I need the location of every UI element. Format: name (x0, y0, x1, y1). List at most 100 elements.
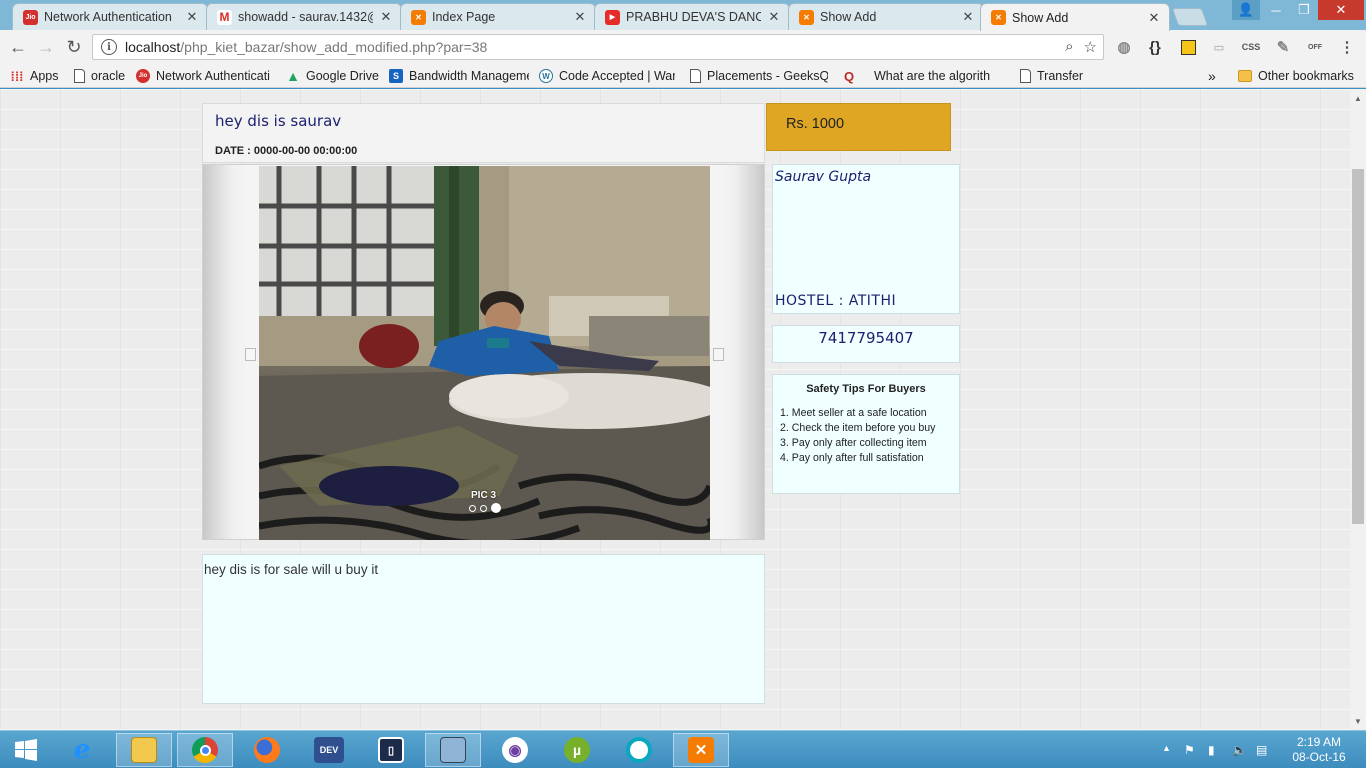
taskbar-xampp[interactable]: ✕ (673, 733, 729, 767)
battery-icon[interactable]: ▮ (1208, 743, 1215, 757)
bookmark-label: What are the algorith (874, 69, 991, 83)
minimize-button[interactable]: ─ (1262, 0, 1290, 20)
wordpress-icon: W (539, 69, 553, 83)
slide-dot-2[interactable] (480, 504, 487, 512)
forward-button[interactable]: → (35, 36, 57, 58)
tab-show-add[interactable]: ✕ Show Add ✕ (788, 3, 984, 30)
bookmarks-overflow-button[interactable]: » (1208, 67, 1216, 85)
bookmark-label: Google Drive (306, 69, 379, 83)
close-tab-icon[interactable]: ✕ (767, 9, 781, 25)
tab-title: Index Page (432, 10, 496, 24)
tab-title: PRABHU DEVA'S DANCE (626, 10, 761, 24)
taskbar-internet-explorer[interactable]: e (54, 733, 110, 767)
windows-logo-icon (15, 739, 37, 761)
bookmark-quora[interactable]: Q What are the algorith (842, 67, 1004, 85)
globe-extension-icon[interactable]: ◍ (1115, 38, 1133, 56)
taskbar-utorrent[interactable]: µ (549, 733, 605, 767)
ad-photo (259, 166, 710, 540)
list-item: 3. Pay only after collecting item (780, 437, 927, 449)
bookmark-code-accepted[interactable]: W Code Accepted | War (539, 67, 675, 85)
tab-show-add-active[interactable]: ✕ Show Add ✕ (980, 3, 1170, 31)
tab-index-page[interactable]: ✕ Index Page ✕ (400, 3, 596, 30)
slider-prev-button[interactable] (245, 348, 256, 361)
scrollbar-thumb[interactable] (1352, 169, 1364, 524)
notes-extension-icon[interactable] (1179, 38, 1197, 56)
browser-toolbar: ← → ↻ i localhost/php_kiet_bazar/show_ad… (0, 30, 1366, 64)
cast-extension-icon[interactable]: ▭ (1210, 38, 1228, 56)
other-bookmarks[interactable]: Other bookmarks (1238, 67, 1354, 85)
system-clock[interactable]: 2:19 AM 08-Oct-16 (1286, 735, 1352, 765)
chrome-menu-icon[interactable]: ⋮ (1338, 38, 1356, 56)
reload-button[interactable]: ↻ (63, 36, 85, 58)
info-icon[interactable]: i (101, 39, 117, 55)
flag-icon[interactable]: ⚑ (1184, 743, 1195, 757)
user-profile-icon[interactable]: 👤 (1232, 0, 1260, 20)
bracket-app-icon: ▯ (378, 737, 404, 763)
back-button[interactable]: ← (7, 36, 29, 58)
tab-youtube[interactable]: ▶ PRABHU DEVA'S DANCE ✕ (594, 3, 790, 30)
image-slider: PIC 3 (202, 164, 765, 540)
json-viewer-extension-icon[interactable]: {} (1146, 38, 1164, 56)
taskbar-app[interactable]: ▯ (363, 733, 419, 767)
tab-title: Network Authentication (44, 10, 172, 24)
close-tab-icon[interactable]: ✕ (185, 9, 199, 25)
bookmark-oracle[interactable]: oracle (74, 67, 125, 85)
close-window-button[interactable]: ✕ (1318, 0, 1364, 20)
bookmark-network-auth[interactable]: Jio Network Authenticati (136, 67, 276, 85)
taskbar-picsart[interactable] (611, 733, 667, 767)
taskbar-devcpp[interactable]: DEV (301, 733, 357, 767)
bookmark-transfer[interactable]: Transfer (1020, 67, 1083, 85)
bookmarks-bar: ⁞⁞⁞ Apps oracle Jio Network Authenticati… (0, 64, 1366, 88)
start-button[interactable] (0, 733, 52, 767)
seller-card: Saurav Gupta HOSTEL : ATITHI (772, 164, 960, 314)
ad-title: hey dis is saurav (215, 112, 342, 130)
clock-time: 2:19 AM (1296, 735, 1342, 749)
tab-network-authentication[interactable]: Jio Network Authentication ✕ (12, 3, 208, 30)
taskbar-github[interactable]: ◉ (487, 733, 543, 767)
bookmark-label: Placements - GeeksQ (707, 69, 828, 83)
tab-gmail[interactable]: M showadd - saurav.1432@ ✕ (206, 3, 402, 30)
slide-dot-1[interactable] (469, 504, 476, 512)
bookmark-bandwidth[interactable]: S Bandwidth Manageme (389, 67, 529, 85)
off-extension-icon[interactable]: OFF (1306, 38, 1324, 56)
network-icon[interactable]: ▤ (1256, 743, 1267, 757)
close-tab-icon[interactable]: ✕ (961, 9, 975, 25)
slider-next-button[interactable] (713, 348, 724, 361)
firefox-icon (254, 737, 280, 763)
utorrent-icon: µ (564, 737, 590, 763)
slide-dot-3[interactable] (491, 503, 501, 513)
bookmark-apps[interactable]: ⁞⁞⁞ Apps (10, 67, 59, 85)
page-icon (690, 69, 701, 83)
zoom-icon[interactable]: ⌕ (1065, 38, 1073, 56)
scroll-down-icon[interactable]: ▼ (1350, 714, 1366, 728)
bookmark-star-icon[interactable]: ☆ (1084, 38, 1097, 56)
close-tab-icon[interactable]: ✕ (1147, 10, 1161, 26)
cat-icon: ◉ (502, 737, 528, 763)
close-tab-icon[interactable]: ✕ (573, 9, 587, 25)
pencil-extension-icon[interactable]: ✎ (1274, 38, 1292, 56)
bookmark-google-drive[interactable]: ▲ Google Drive (286, 67, 379, 85)
css-extension-icon[interactable]: CSS (1242, 38, 1261, 56)
gmail-icon: M (217, 9, 232, 25)
bookmark-placements[interactable]: Placements - GeeksQ (690, 67, 828, 85)
page-scrollbar[interactable]: ▲ ▼ (1350, 89, 1366, 730)
internet-explorer-icon: e (73, 735, 91, 765)
scroll-up-icon[interactable]: ▲ (1350, 91, 1366, 105)
taskbar-file-explorer[interactable] (116, 733, 172, 767)
volume-icon[interactable]: 🔈 (1232, 743, 1247, 757)
slide-caption: PIC 3 (471, 490, 497, 501)
address-bar[interactable]: i localhost/php_kiet_bazar/show_add_modi… (92, 34, 1104, 60)
clock-date: 08-Oct-16 (1292, 750, 1346, 764)
taskbar-firefox[interactable] (239, 733, 295, 767)
close-tab-icon[interactable]: ✕ (379, 9, 393, 25)
chrome-icon (192, 737, 218, 763)
taskbar-chrome[interactable] (177, 733, 233, 767)
new-tab-button[interactable] (1171, 8, 1209, 26)
tab-title: Show Add (1012, 10, 1069, 25)
windows-taskbar: e DEV ▯ ◉ µ ✕ ▲ ⚑ ▮ 🔈 ▤ 2:19 AM 08-Oct-1… (0, 730, 1366, 768)
bookmark-label: Network Authenticati (156, 69, 270, 83)
xampp-icon: ✕ (799, 9, 814, 25)
taskbar-virtualbox[interactable] (425, 733, 481, 767)
show-hidden-icons[interactable]: ▲ (1162, 743, 1171, 753)
restore-button[interactable]: ❐ (1290, 0, 1318, 20)
